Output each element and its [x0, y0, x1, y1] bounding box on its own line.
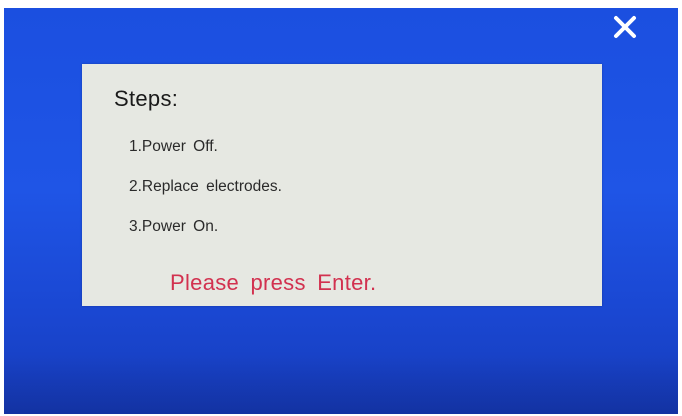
close-button[interactable]	[608, 10, 642, 44]
step-item: 1.Power Off.	[129, 138, 218, 155]
device-screen: Steps: 1.Power Off. 2.Replace electrodes…	[4, 8, 678, 414]
close-icon	[614, 16, 636, 38]
instructions-dialog: Steps: 1.Power Off. 2.Replace electrodes…	[82, 64, 602, 306]
dialog-title: Steps:	[114, 86, 179, 111]
enter-prompt: Please press Enter.	[170, 270, 377, 295]
step-item: 2.Replace electrodes.	[129, 178, 282, 195]
step-item: 3.Power On.	[129, 218, 219, 235]
